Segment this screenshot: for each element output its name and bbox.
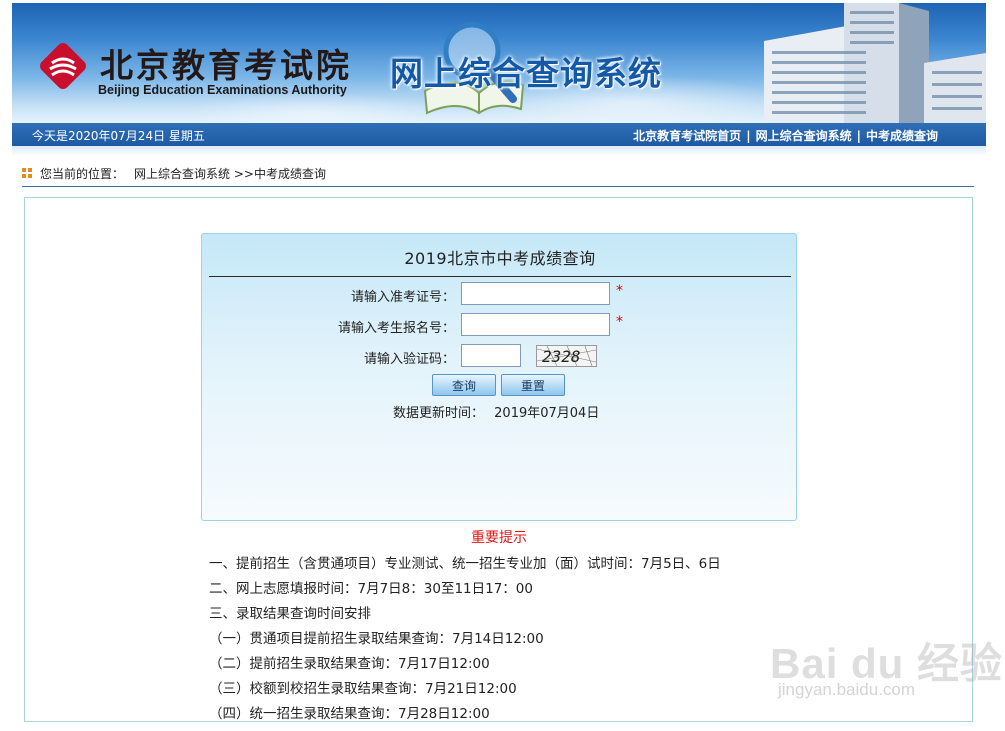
- breadcrumb: 您当前的位置： 网上综合查询系统 >>中考成绩查询: [22, 165, 326, 182]
- required-mark: *: [616, 314, 623, 330]
- notice-line: （二）提前招生录取结果查询：7月17日12:00: [209, 656, 490, 672]
- query-button[interactable]: 查询: [432, 374, 496, 396]
- captcha-text: 2328: [542, 347, 581, 366]
- breadcrumb-divider: [22, 186, 974, 187]
- reg-id-label: 请输入考生报名号：: [337, 321, 455, 336]
- exam-id-input[interactable]: [461, 282, 610, 305]
- logo-icon: [40, 43, 86, 89]
- header-banner: 北京教育考试院 Beijing Education Examinations A…: [12, 3, 986, 123]
- score-query-panel: 2019北京市中考成绩查询: [201, 233, 797, 521]
- notice-line: 二、网上志愿填报时间：7月7日8：30至11日17：00: [209, 581, 533, 597]
- notice-line: 一、提前招生（含贯通项目）专业测试、统一招生专业加（面）试时间：7月5日、6日: [209, 556, 721, 572]
- captcha-noise: 2328: [537, 346, 596, 366]
- nav-link-query-system[interactable]: 网上综合查询系统: [756, 129, 852, 143]
- update-label: 数据更新时间：: [393, 406, 485, 421]
- org-name-en: Beijing Education Examinations Authority: [98, 83, 347, 97]
- current-date: 今天是2020年07月24日 星期五: [32, 129, 205, 143]
- notice-line: （一）贯通项目提前招生录取结果查询：7月14日12:00: [209, 631, 544, 647]
- captcha-label: 请输入验证码：: [363, 352, 455, 367]
- captcha-input[interactable]: [461, 344, 521, 367]
- top-nav-bar: 今天是2020年07月24日 星期五 北京教育考试院首页 | 网上综合查询系统 | 中考…: [12, 123, 986, 146]
- form-title-divider: [209, 276, 791, 277]
- system-title: 网上综合查询系统: [390, 54, 662, 93]
- breadcrumb-prefix: 您当前的位置：: [40, 167, 125, 181]
- reg-id-input[interactable]: [461, 313, 610, 336]
- nav-link-home[interactable]: 北京教育考试院首页: [633, 129, 741, 143]
- required-mark: *: [616, 283, 623, 299]
- building-illustration: [764, 3, 986, 123]
- nav-separator: |: [746, 129, 751, 143]
- notice-line: 三、录取结果查询时间安排: [209, 606, 371, 622]
- notice-line: （三）校额到校招生录取结果查询：7月21日12:00: [209, 681, 517, 697]
- update-value: 2019年07月04日: [494, 406, 600, 421]
- location-icon: [22, 168, 33, 179]
- org-name-cn: 北京教育考试院: [100, 46, 352, 85]
- captcha-image[interactable]: 2328: [536, 345, 597, 367]
- nav-separator: |: [856, 129, 861, 143]
- reset-button[interactable]: 重置: [501, 374, 565, 396]
- breadcrumb-path[interactable]: 网上综合查询系统 >>中考成绩查询: [134, 167, 326, 181]
- form-title: 2019北京市中考成绩查询: [404, 249, 596, 268]
- exam-id-label: 请输入准考证号：: [350, 290, 455, 305]
- data-update-time: 数据更新时间： 2019年07月04日: [393, 402, 599, 421]
- top-nav-links: 北京教育考试院首页 | 网上综合查询系统 | 中考成绩查询: [633, 127, 938, 144]
- notice-line: （四）统一招生录取结果查询：7月28日12:00: [209, 706, 490, 722]
- nav-link-score-query[interactable]: 中考成绩查询: [866, 129, 938, 143]
- notice-title: 重要提示: [471, 530, 527, 546]
- nav-shadow: [12, 146, 986, 156]
